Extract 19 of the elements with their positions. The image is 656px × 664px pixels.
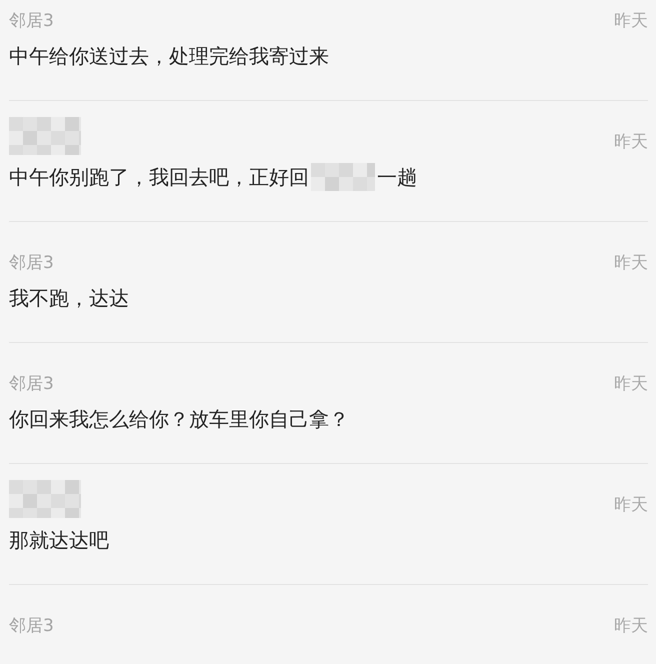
sender-name: 邻居3 <box>9 615 54 638</box>
message-text: 我不跑，达达 <box>9 285 129 312</box>
message-time: 昨天 <box>614 373 648 396</box>
message-text: 中午给你送过去，处理完给我寄过来 <box>9 43 329 70</box>
message-text: 中午你别跑了，我回去吧，正好回 <box>9 164 309 191</box>
message-time: 昨天 <box>614 252 648 276</box>
message-text: 那就达达吧 <box>9 527 109 554</box>
sender-name: 邻居3 <box>9 252 54 276</box>
message-text: 一趟 <box>377 164 417 191</box>
message-text: 你回来我怎么给你？放车里你自己拿？ <box>9 406 349 433</box>
sender-name: 邻居3 <box>9 373 54 396</box>
message-time: 昨天 <box>614 10 648 34</box>
message-time: 昨天 <box>614 494 648 518</box>
message-time: 昨天 <box>614 615 648 638</box>
pixelated-name-drawing <box>9 117 81 155</box>
message-time: 昨天 <box>614 131 648 154</box>
pixelated-text-drawing <box>311 163 375 191</box>
pixelated-name-drawing <box>9 480 81 518</box>
sender-name: 邻居3 <box>9 10 54 34</box>
